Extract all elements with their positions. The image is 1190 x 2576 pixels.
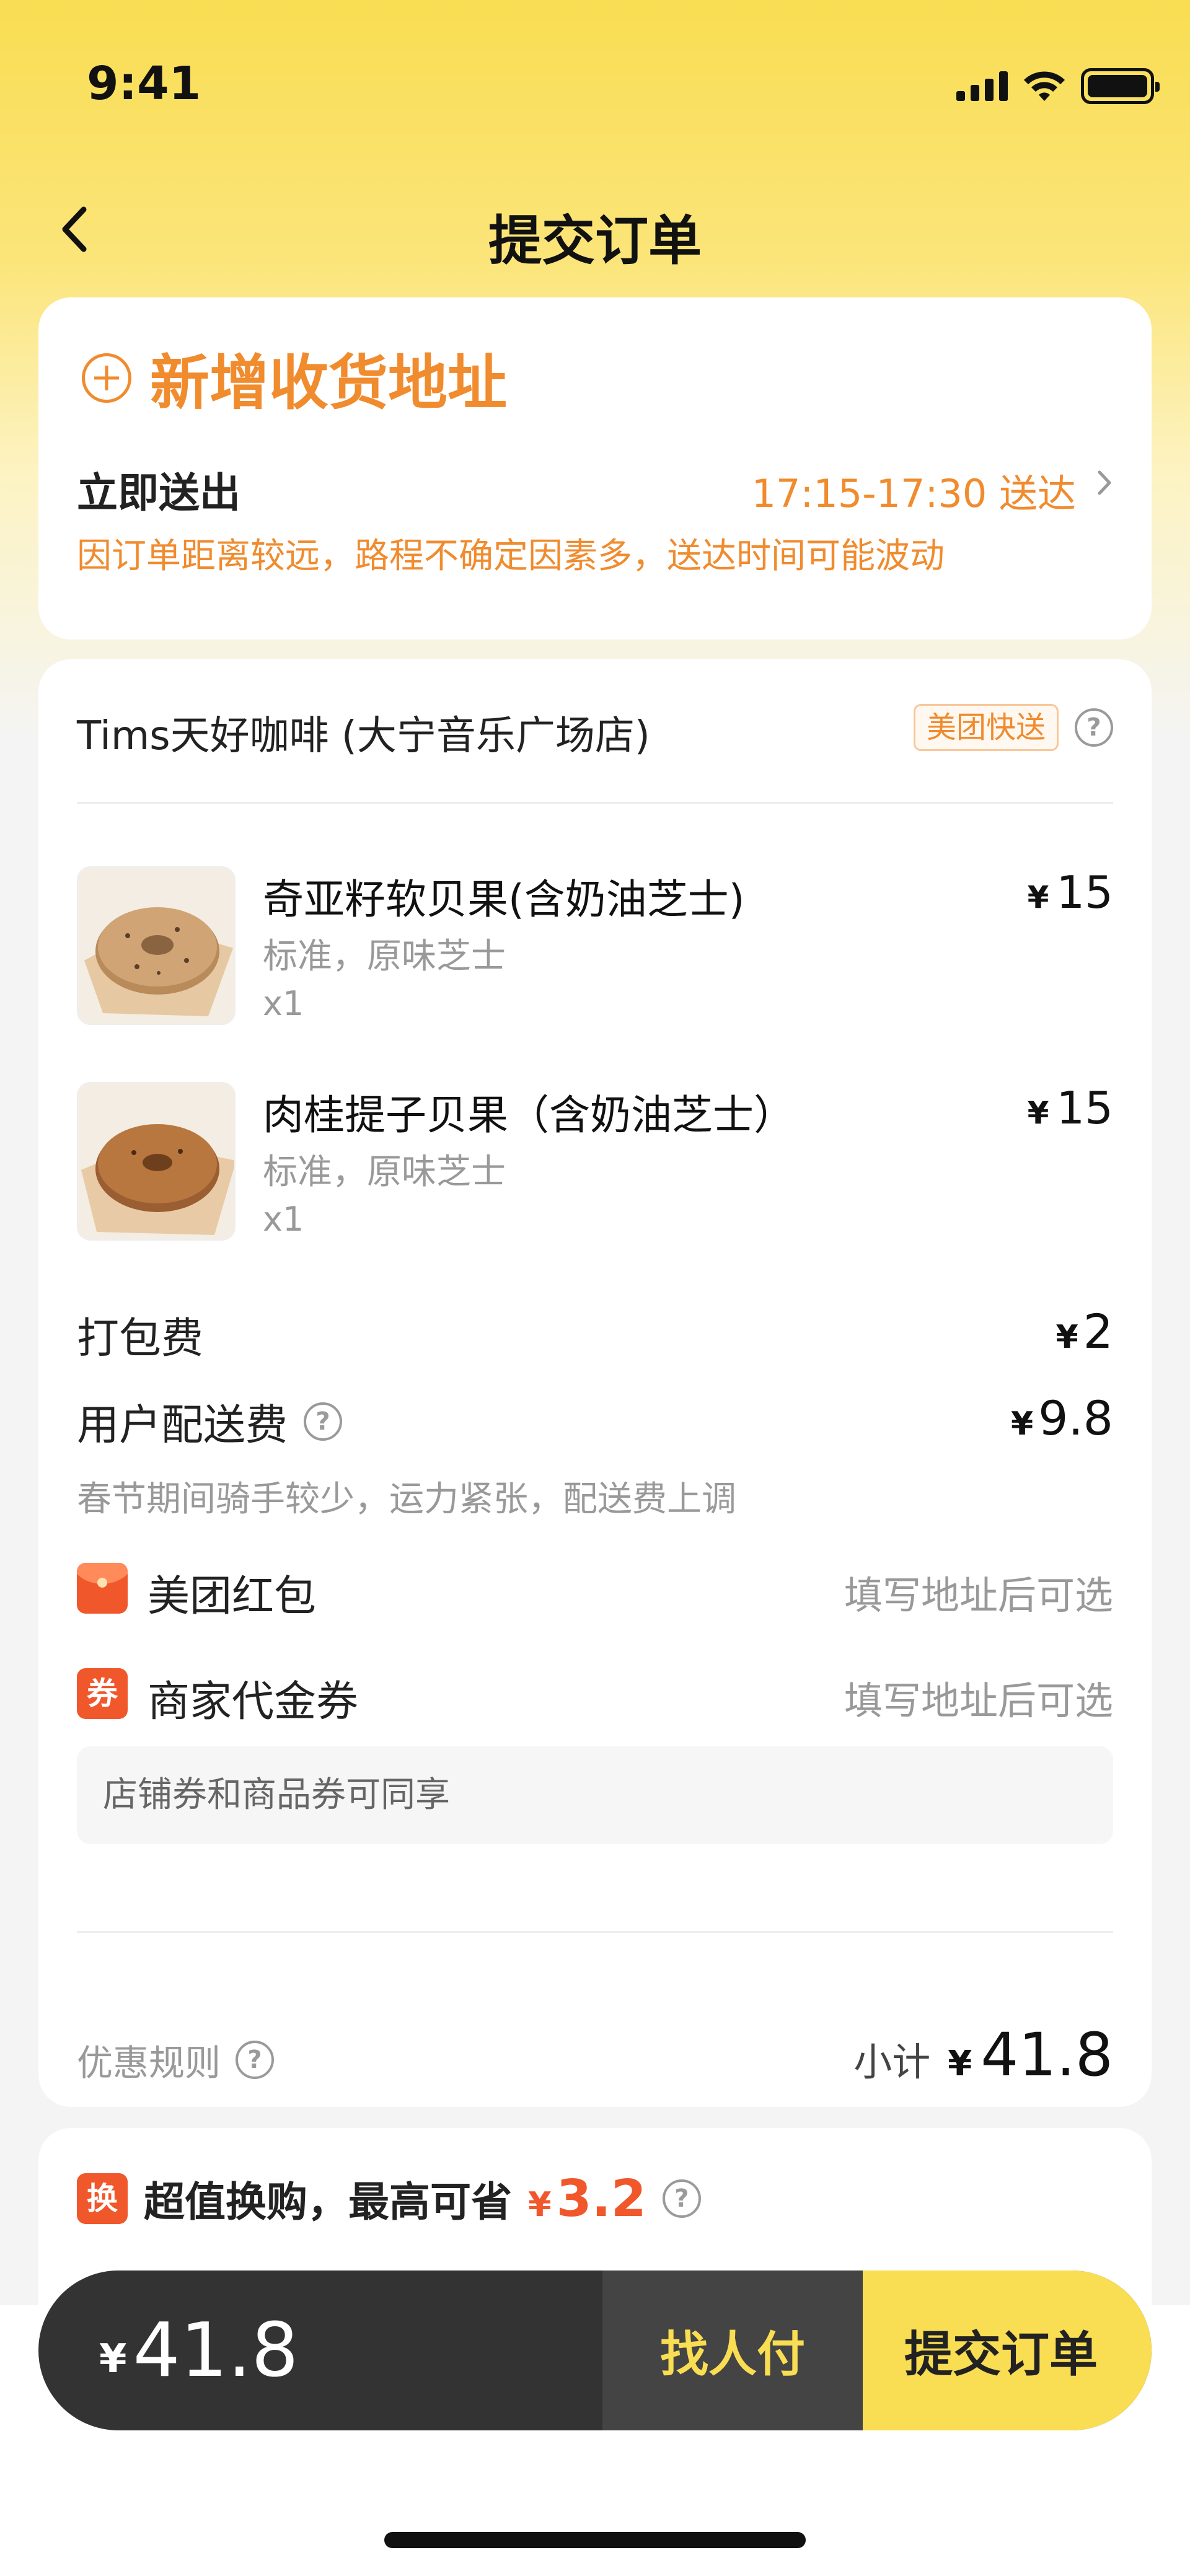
shop-header: Tims天好咖啡 (大宁音乐广场店) 美团快送 ? xyxy=(77,699,1113,759)
packing-fee-label: 打包费 xyxy=(77,1314,204,1363)
item-quantity: x1 xyxy=(263,984,304,1023)
item-price: ¥15 xyxy=(1027,1082,1113,1134)
chevron-right-icon xyxy=(1098,470,1111,495)
friend-pay-button[interactable]: 找人付 xyxy=(602,2270,863,2430)
product-image xyxy=(77,1082,236,1241)
help-icon[interactable]: ? xyxy=(1075,708,1113,747)
discount-rules-label: 优惠规则 xyxy=(77,2042,221,2084)
nav-bar: 提交订单 xyxy=(0,186,1190,273)
delivery-time-row[interactable]: 立即送出 17:15-17:30 送达 xyxy=(77,460,1113,517)
item-spec: 标准，原味芝士 xyxy=(263,936,506,977)
merchant-coupon-label: 商家代金券 xyxy=(148,1677,359,1726)
address-card: 新增收货地址 立即送出 17:15-17:30 送达 因订单距离较远，路程不确定… xyxy=(38,297,1152,640)
divider xyxy=(77,1931,1113,1933)
cellular-signal-icon xyxy=(956,71,1008,101)
total-amount: 41.8 xyxy=(133,2307,299,2394)
wifi-icon xyxy=(1024,71,1065,101)
divider xyxy=(77,802,1113,804)
status-icons xyxy=(956,68,1160,104)
deliver-now-label: 立即送出 xyxy=(77,469,240,517)
coupon-share-note: 店铺券和商品券可同享 xyxy=(77,1746,1113,1844)
exchange-promo-text: 超值换购，最高可省 xyxy=(144,2178,512,2226)
delivery-fee-value: ¥9.8 xyxy=(1010,1391,1113,1446)
subtotal-amount: 41.8 xyxy=(981,2020,1113,2090)
merchant-coupon-value: 填写地址后可选 xyxy=(844,1678,1113,1723)
help-icon[interactable]: ? xyxy=(662,2179,701,2218)
list-item[interactable]: 奇亚籽软贝果(含奶油芝士) 标准，原味芝士 x1 ¥15 xyxy=(77,866,1113,1034)
delay-notice: 因订单距离较远，路程不确定因素多，送达时间可能波动 xyxy=(77,536,945,576)
add-address-button[interactable]: 新增收货地址 xyxy=(82,335,507,421)
subtotal-row: 优惠规则 ? 小计 ¥ 41.8 xyxy=(77,2020,1113,2095)
status-time: 9:41 xyxy=(87,57,201,110)
exchange-icon: 换 xyxy=(77,2173,128,2224)
packing-fee-row: 打包费 ¥2 xyxy=(77,1304,1113,1366)
delivery-fee-note: 春节期间骑手较少，运力紧张，配送费上调 xyxy=(77,1479,736,1519)
item-price: ¥15 xyxy=(1027,866,1113,918)
item-spec: 标准，原味芝士 xyxy=(263,1152,506,1192)
merchant-coupon-row[interactable]: 券 商家代金券 填写地址后可选 xyxy=(77,1663,1113,1726)
delivery-fee-label-group: 用户配送费 ? xyxy=(77,1391,343,1452)
delivery-fee-row: 用户配送费 ? ¥9.8 xyxy=(77,1391,1113,1453)
total-currency: ¥ xyxy=(99,2336,127,2382)
submit-order-button[interactable]: 提交订单 xyxy=(863,2270,1152,2430)
subtotal-currency: ¥ xyxy=(948,2044,972,2084)
coupon-icon: 券 xyxy=(77,1668,128,1719)
packing-fee-value: ¥2 xyxy=(1056,1304,1113,1359)
red-packet-row[interactable]: 美团红包 填写地址后可选 xyxy=(77,1558,1113,1621)
order-total: ¥ 41.8 xyxy=(38,2270,602,2430)
delivery-tag-badge: 美团快送 xyxy=(913,704,1059,751)
exchange-promo-row: 换 超值换购，最高可省 ¥3.2 ? xyxy=(77,2169,701,2228)
status-bar: 9:41 xyxy=(0,0,1190,174)
delivery-fee-label: 用户配送费 xyxy=(77,1401,288,1450)
page-title: 提交订单 xyxy=(488,210,702,272)
subtotal-label: 小计 xyxy=(853,2039,931,2085)
add-address-label: 新增收货地址 xyxy=(150,348,507,418)
item-name: 奇亚籽软贝果(含奶油芝士) xyxy=(263,876,745,923)
battery-icon xyxy=(1081,68,1160,104)
help-icon: ? xyxy=(236,2041,275,2079)
discount-rules-link[interactable]: 优惠规则 ? xyxy=(77,2034,275,2086)
shop-name: Tims天好咖啡 (大宁音乐广场店) xyxy=(77,713,650,759)
red-packet-value: 填写地址后可选 xyxy=(844,1573,1113,1618)
red-packet-icon xyxy=(77,1563,128,1614)
checkout-bar: ¥ 41.8 找人付 提交订单 xyxy=(38,2270,1152,2430)
help-icon[interactable]: ? xyxy=(304,1402,343,1441)
product-image xyxy=(77,866,236,1025)
subtotal: 小计 ¥ 41.8 xyxy=(853,2020,1113,2090)
item-name: 肉桂提子贝果（含奶油芝士） xyxy=(263,1091,795,1139)
order-card: Tims天好咖啡 (大宁音乐广场店) 美团快送 ? 奇亚籽软贝果(含奶油芝士) … xyxy=(38,659,1152,2107)
list-item[interactable]: 肉桂提子贝果（含奶油芝士） 标准，原味芝士 x1 ¥15 xyxy=(77,1082,1113,1249)
exchange-save-amount: ¥3.2 xyxy=(528,2169,646,2228)
item-quantity: x1 xyxy=(263,1200,304,1239)
home-indicator[interactable] xyxy=(384,2532,806,2548)
add-circle-icon xyxy=(82,353,131,403)
delivery-eta: 17:15-17:30 送达 xyxy=(751,471,1076,516)
red-packet-label: 美团红包 xyxy=(148,1572,317,1621)
